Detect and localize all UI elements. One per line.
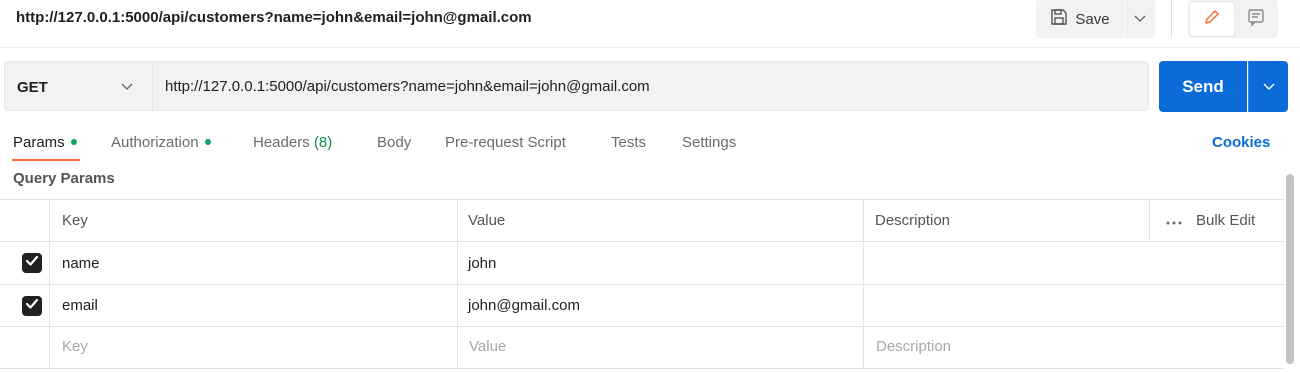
status-dot [204,139,211,146]
bulk-actions: Bulk Edit [1166,212,1255,229]
new-description-input[interactable]: Description [876,338,951,355]
column-header-key: Key [62,212,88,229]
headers-count: (8) [313,134,333,151]
tab-settings[interactable]: Settings [682,134,736,151]
url-field[interactable] [152,61,1149,111]
column-divider [49,199,50,369]
divider [1171,0,1172,38]
comment-icon [1246,7,1266,32]
chevron-down-icon [121,78,133,96]
tab-authorization-label: Authorization [111,134,199,151]
chevron-down-icon [1134,10,1146,28]
tab-params-label: Params [13,134,65,151]
tab-pre-request-script[interactable]: Pre-request Script [445,134,566,151]
column-header-description: Description [875,212,951,229]
table-border [0,199,1284,200]
param-value-cell[interactable]: john [468,255,496,272]
save-icon [1050,8,1068,30]
table-border [0,368,1284,369]
method-label: GET [17,79,48,96]
bulk-edit-button[interactable]: Bulk Edit [1196,212,1255,229]
status-dot [70,139,77,146]
cookies-link[interactable]: Cookies [1212,134,1270,151]
view-mode-toggle [1188,0,1278,38]
column-divider [1149,199,1150,242]
tab-headers[interactable]: Headers (8) [253,134,332,151]
query-params-label: Query Params [13,170,115,187]
table-border [0,241,1284,242]
active-tab-indicator [12,159,80,161]
comment-mode-button[interactable] [1236,2,1276,36]
new-value-input[interactable]: Value [469,338,506,355]
param-key-cell[interactable]: email [62,297,98,314]
save-button[interactable]: Save [1036,0,1124,38]
table-border [0,326,1284,327]
new-key-input[interactable]: Key [62,338,88,355]
save-options-button[interactable] [1125,0,1155,38]
column-header-value: Value [468,212,506,229]
method-select[interactable]: GET [4,61,152,111]
send-button[interactable]: Send [1159,61,1247,112]
save-label: Save [1075,10,1110,28]
row-enabled-checkbox[interactable] [22,253,42,273]
url-input[interactable] [165,78,1125,95]
tab-authorization[interactable]: Authorization [111,134,211,151]
param-key-cell[interactable]: name [62,255,100,272]
tab-params[interactable]: Params [13,134,77,151]
param-value-cell[interactable]: john@gmail.com [468,297,580,314]
request-title[interactable]: http://127.0.0.1:5000/api/customers?name… [16,9,532,26]
more-options-icon[interactable] [1166,212,1182,229]
column-divider [863,199,864,369]
tab-body[interactable]: Body [377,134,411,151]
request-title-bar: http://127.0.0.1:5000/api/customers?name… [0,0,1300,48]
chevron-down-icon [1263,78,1275,96]
send-options-button[interactable] [1248,61,1288,112]
edit-mode-button[interactable] [1190,2,1234,36]
row-enabled-checkbox[interactable] [22,296,42,316]
table-border [0,284,1284,285]
checkmark-icon [25,254,39,272]
tab-tests[interactable]: Tests [611,134,646,151]
column-divider [457,199,458,369]
pencil-icon [1202,7,1222,32]
tab-headers-label: Headers [253,134,310,151]
checkmark-icon [25,297,39,315]
vertical-scrollbar[interactable] [1286,174,1294,364]
